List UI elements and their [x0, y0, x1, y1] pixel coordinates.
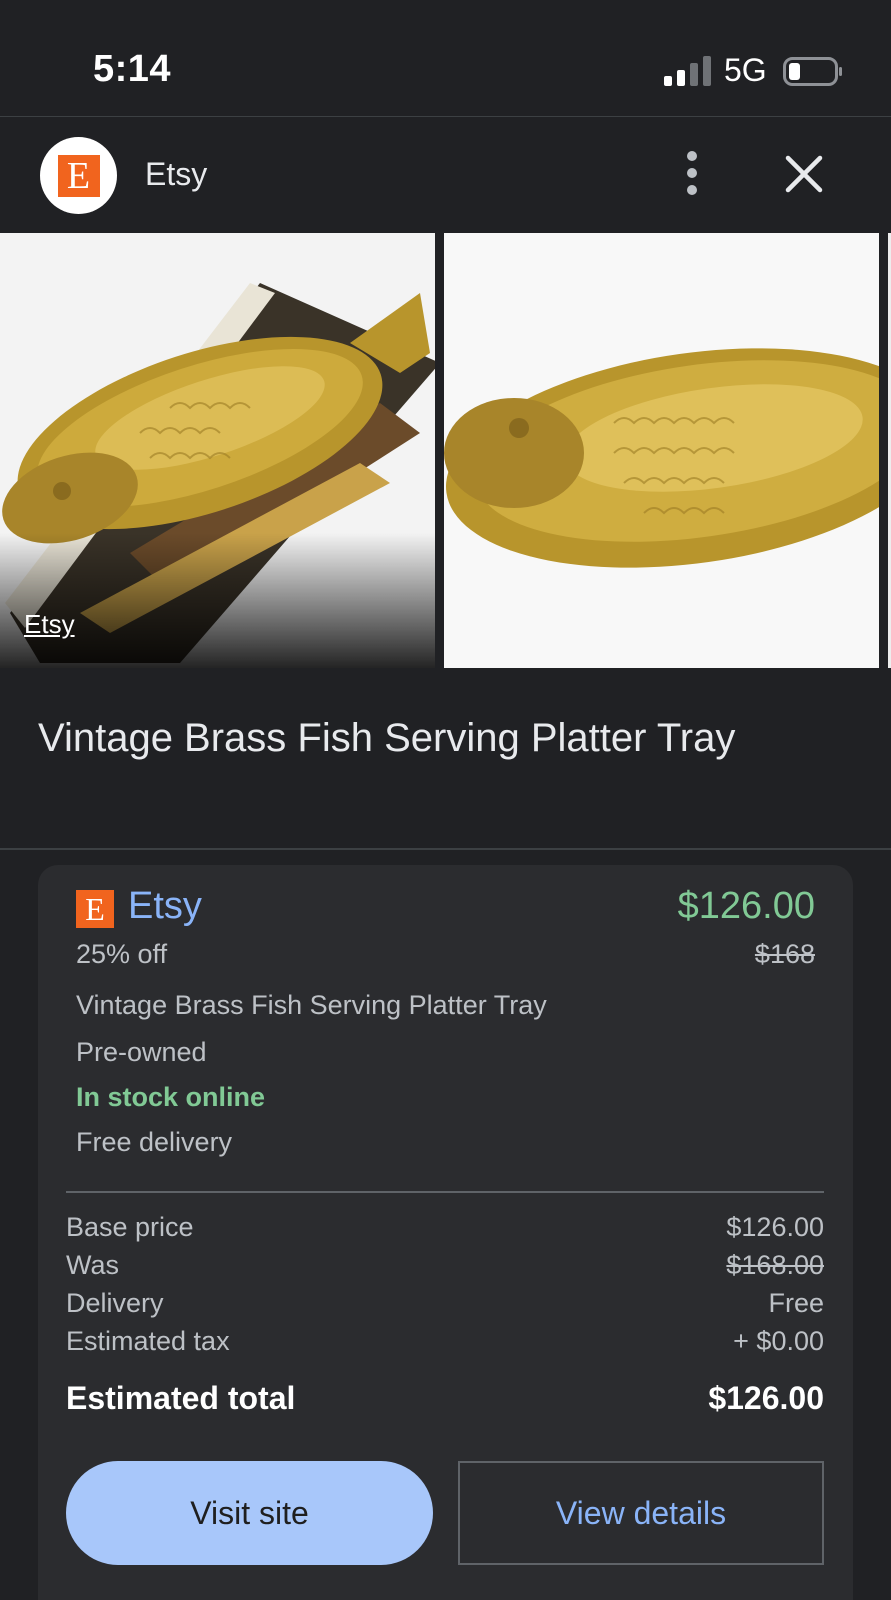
- estimated-total-row: Estimated total $126.00: [66, 1380, 824, 1424]
- product-image-2[interactable]: [444, 233, 879, 668]
- price-breakdown: Base price $126.00 Was $168.00 Delivery …: [66, 1212, 824, 1364]
- status-time: 5:14: [93, 48, 172, 90]
- more-vert-icon[interactable]: [670, 148, 714, 198]
- seller-logo: E: [76, 890, 114, 928]
- breakdown-value: $126.00: [726, 1212, 824, 1242]
- breakdown-label: Delivery: [66, 1288, 164, 1318]
- divider: [66, 1191, 824, 1193]
- view-details-button[interactable]: View details: [458, 1461, 824, 1565]
- network-label: 5G: [724, 52, 767, 88]
- offer-card: E Etsy $126.00 25% off $168 Vintage Bras…: [38, 865, 853, 1600]
- status-bar: 5:14 5G: [0, 0, 891, 117]
- header-title: Etsy: [145, 156, 208, 192]
- seller-name[interactable]: Etsy: [128, 885, 202, 928]
- breakdown-row-delivery: Delivery Free: [66, 1288, 824, 1326]
- stock-status: In stock online: [76, 1082, 266, 1112]
- total-value: $126.00: [708, 1380, 824, 1416]
- close-icon[interactable]: [781, 151, 827, 197]
- breakdown-value: $168.00: [726, 1250, 824, 1280]
- product-image-1[interactable]: Etsy: [0, 233, 435, 668]
- breakdown-row-estimated-tax: Estimated tax + $0.00: [66, 1326, 824, 1364]
- breakdown-value: Free: [768, 1288, 824, 1318]
- total-label: Estimated total: [66, 1380, 296, 1416]
- app-header: E Etsy: [0, 118, 891, 233]
- image-source-link[interactable]: Etsy: [24, 609, 75, 640]
- breakdown-value: + $0.00: [733, 1326, 824, 1356]
- brass-fish-white-background-photo: [444, 233, 879, 668]
- condition-label: Pre-owned: [76, 1037, 207, 1067]
- etsy-logo-letter: E: [57, 154, 100, 197]
- breakdown-label: Was: [66, 1250, 119, 1280]
- breakdown-label: Base price: [66, 1212, 194, 1242]
- delivery-note: Free delivery: [76, 1127, 233, 1157]
- breakdown-label: Estimated tax: [66, 1326, 230, 1356]
- visit-site-button[interactable]: Visit site: [66, 1461, 433, 1565]
- signal-icon: [664, 56, 711, 86]
- breakdown-row-base-price: Base price $126.00: [66, 1212, 824, 1250]
- divider: [0, 848, 891, 850]
- battery-icon: [783, 57, 842, 86]
- screen: 5:14 5G E Etsy Etsy Vintage Brass Fish S…: [0, 0, 891, 1600]
- product-title: Vintage Brass Fish Serving Platter Tray: [38, 716, 736, 760]
- discount-label: 25% off: [76, 939, 168, 969]
- offer-price: $126.00: [677, 885, 815, 927]
- image-gradient: [0, 533, 435, 668]
- offer-title: Vintage Brass Fish Serving Platter Tray: [76, 990, 547, 1020]
- breakdown-row-was: Was $168.00: [66, 1250, 824, 1288]
- original-price: $168: [754, 939, 815, 969]
- product-image-carousel[interactable]: Etsy: [0, 233, 891, 668]
- etsy-logo: E: [40, 137, 117, 214]
